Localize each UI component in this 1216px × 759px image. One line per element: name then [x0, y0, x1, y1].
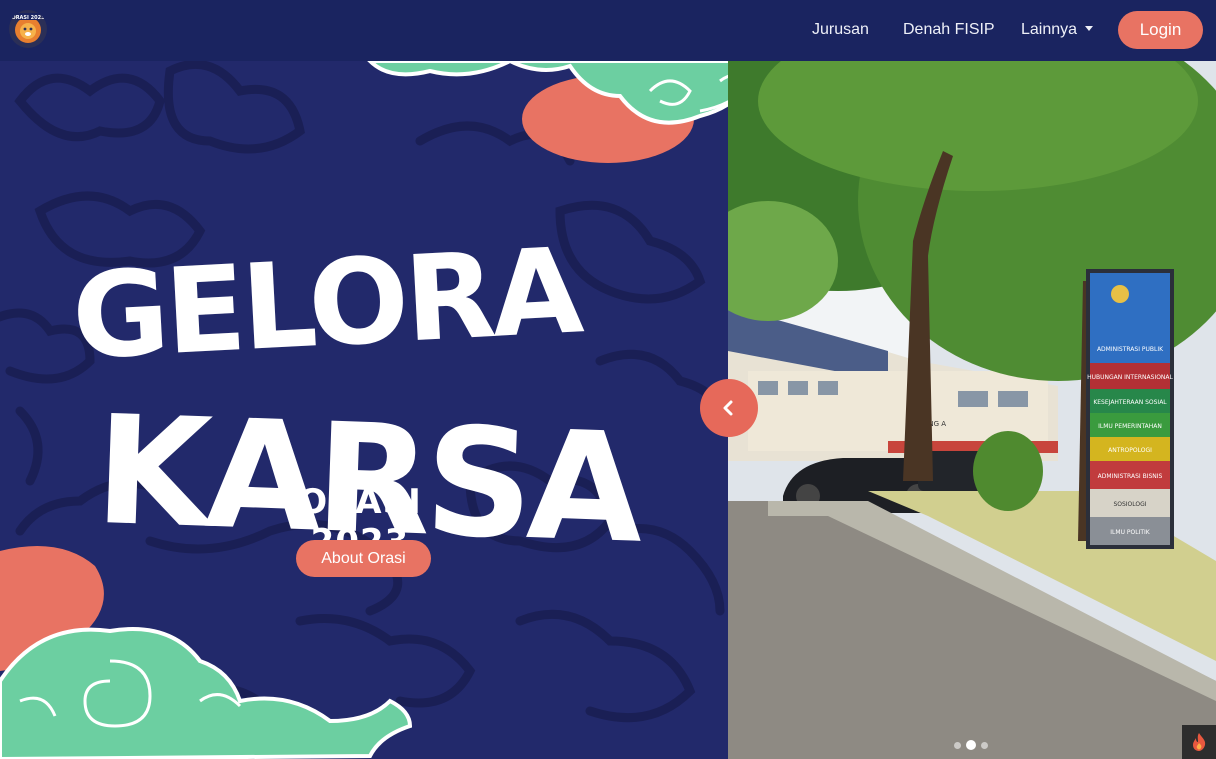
- nav-item-lainnya-label: Lainnya: [1021, 21, 1078, 38]
- chevron-left-icon: [723, 400, 733, 416]
- nav-item-lainnya-dropdown[interactable]: Lainnya: [1021, 20, 1094, 40]
- svg-text:KESEJAHTERAAN SOSIAL: KESEJAHTERAAN SOSIAL: [1093, 399, 1167, 406]
- carousel-indicators: [954, 740, 988, 750]
- hero-banner: GELORA KARSA ORASI 2023 About Orasi: [0, 61, 728, 759]
- carousel-dot[interactable]: [954, 741, 961, 749]
- svg-text:ILMU POLITIK: ILMU POLITIK: [1110, 529, 1150, 536]
- headline-line-1: GELORA: [69, 221, 586, 386]
- hero-illustration: GELORA KARSA: [0, 61, 728, 759]
- nav-item-denah-fisip[interactable]: Denah FISIP: [903, 20, 995, 40]
- campus-photo-slide: GEDUNG A: [728, 61, 1216, 759]
- svg-text:ILMU PEMERINTAHAN: ILMU PEMERINTAHAN: [1098, 423, 1162, 430]
- svg-text:ANTROPOLOGI: ANTROPOLOGI: [1108, 447, 1152, 454]
- svg-text:HUBUNGAN INTERNASIONAL: HUBUNGAN INTERNASIONAL: [1087, 374, 1173, 381]
- flame-badge[interactable]: [1182, 725, 1216, 759]
- svg-text:SOSIOLOGI: SOSIOLOGI: [1113, 501, 1146, 508]
- login-button[interactable]: Login: [1118, 11, 1203, 49]
- caret-down-icon: [1085, 26, 1094, 31]
- svg-text:ORASI 2023: ORASI 2023: [11, 15, 45, 21]
- carousel-dot-active[interactable]: [966, 740, 976, 750]
- flame-icon: [1193, 733, 1206, 751]
- svg-text:ADMINISTRASI BISNIS: ADMINISTRASI BISNIS: [1098, 473, 1163, 480]
- nav-item-jurusan[interactable]: Jurusan: [812, 20, 869, 40]
- navbar: ORASI 2023 Jurusan Denah FISIP Lainnya L…: [0, 0, 1216, 61]
- carousel-prev-button[interactable]: [700, 379, 758, 437]
- carousel-dot[interactable]: [981, 741, 988, 749]
- campus-photo: GEDUNG A: [728, 61, 1216, 759]
- orasi-logo[interactable]: ORASI 2023: [9, 10, 47, 48]
- lion-logo-icon: ORASI 2023: [11, 13, 45, 43]
- svg-text:ADMINISTRASI PUBLIK: ADMINISTRASI PUBLIK: [1097, 346, 1164, 353]
- about-orasi-button[interactable]: About Orasi: [296, 540, 431, 577]
- mint-cloud-bottom: [0, 627, 413, 759]
